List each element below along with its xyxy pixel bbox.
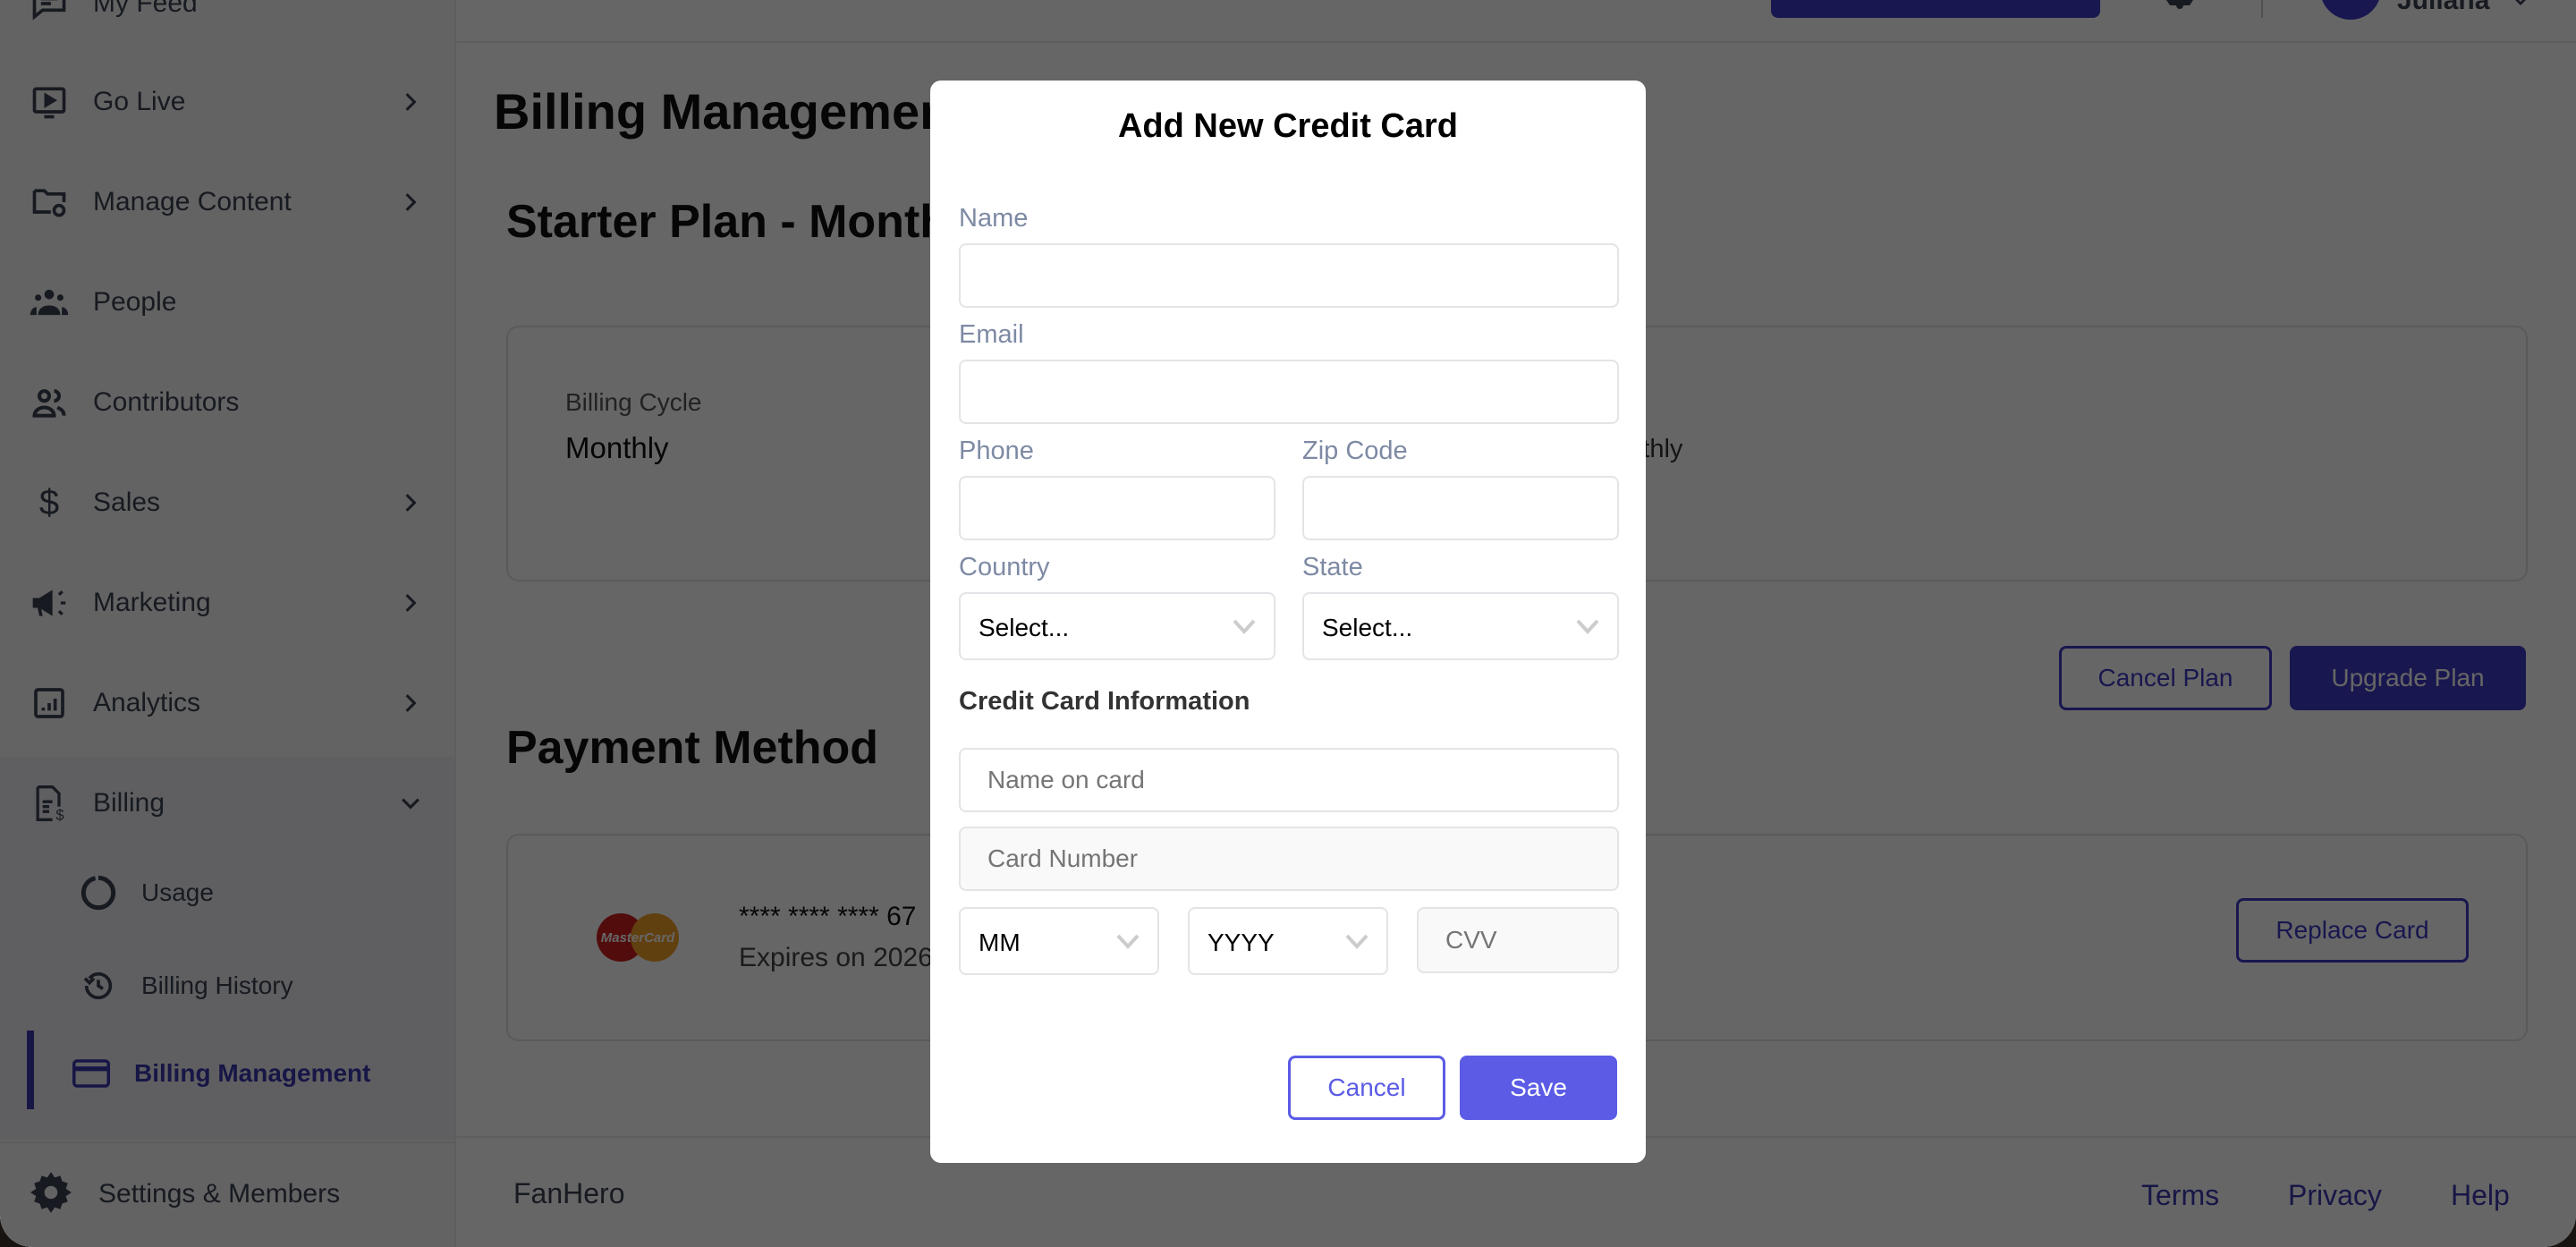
country-select[interactable]: Select... xyxy=(959,592,1275,660)
modal-title: Add New Credit Card xyxy=(1117,107,1459,145)
zip-code-field[interactable] xyxy=(1302,476,1619,540)
chevron-down-icon xyxy=(1233,619,1256,634)
card-number-field[interactable] xyxy=(959,827,1619,891)
chevron-down-icon xyxy=(1345,934,1368,949)
name-field[interactable] xyxy=(959,243,1619,308)
state-select[interactable]: Select... xyxy=(1302,592,1619,660)
phone-field[interactable] xyxy=(959,476,1275,540)
app-window: My Feed Go Live Manage Content People Co… xyxy=(0,0,2576,1247)
state-label: State xyxy=(1302,553,1363,581)
country-select-value: Select... xyxy=(979,614,1070,641)
state-select-value: Select... xyxy=(1322,614,1413,641)
expiry-month-select[interactable]: MM xyxy=(959,907,1159,975)
email-field[interactable] xyxy=(959,360,1619,424)
chevron-down-icon xyxy=(1116,934,1140,949)
expiry-month-value: MM xyxy=(979,929,1021,956)
expiry-year-value: YYYY xyxy=(1208,929,1275,956)
email-label: Email xyxy=(959,320,1024,349)
zip-code-label: Zip Code xyxy=(1302,437,1408,465)
name-label: Name xyxy=(959,204,1029,233)
country-label: Country xyxy=(959,553,1050,581)
modal-cancel-button[interactable]: Cancel xyxy=(1288,1056,1445,1120)
expiry-year-select[interactable]: YYYY xyxy=(1188,907,1388,975)
chevron-down-icon xyxy=(1576,619,1599,634)
modal-save-button[interactable]: Save xyxy=(1460,1056,1617,1120)
add-credit-card-modal: Add New Credit Card Name Email Phone Zip… xyxy=(930,81,1646,1163)
name-on-card-field[interactable] xyxy=(959,748,1619,812)
credit-card-section-heading: Credit Card Information xyxy=(959,687,1250,716)
cvv-field[interactable] xyxy=(1417,907,1619,973)
phone-label: Phone xyxy=(959,437,1034,465)
